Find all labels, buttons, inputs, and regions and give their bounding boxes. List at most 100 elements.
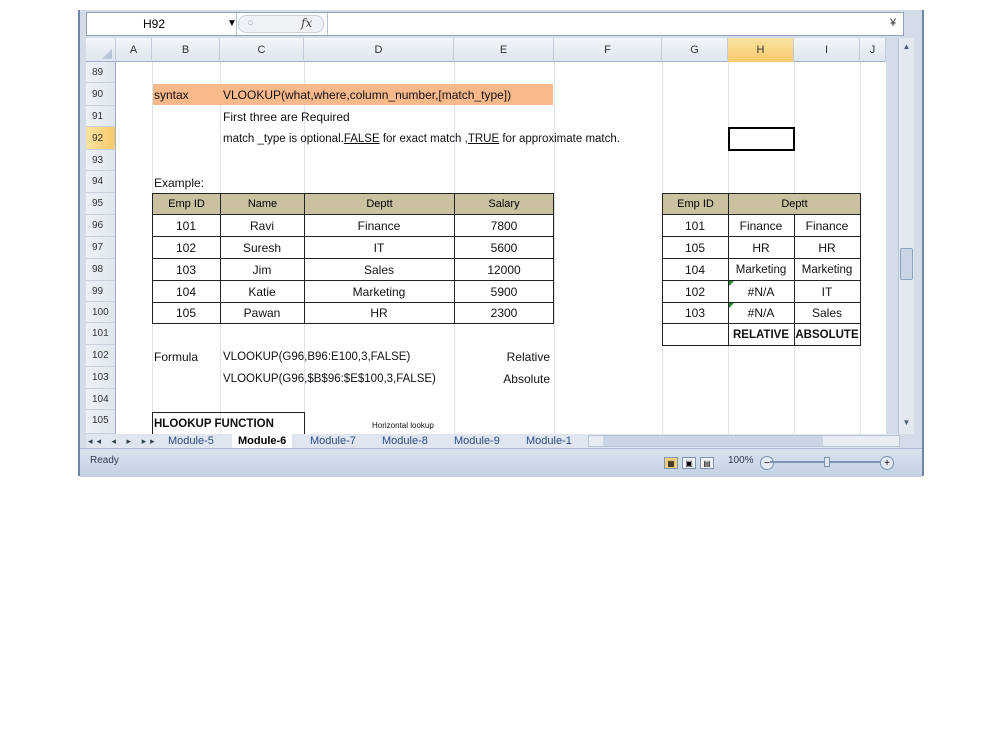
row-header-103[interactable]: 103 — [86, 367, 116, 389]
formula-relative: VLOOKUP(G96,B96:E100,3,FALSE) — [223, 351, 411, 363]
table-cell[interactable]: Marketing — [728, 260, 794, 280]
table-cell[interactable]: 5900 — [454, 282, 554, 302]
insert-function-icon[interactable]: fx — [301, 16, 312, 30]
table-cell[interactable]: #N/A — [728, 282, 794, 302]
absolute-footer: ABSOLUTE — [795, 329, 859, 341]
table-cell[interactable]: Finance — [728, 216, 794, 236]
table-cell[interactable]: Finance — [304, 216, 454, 236]
table-cell[interactable]: HR — [728, 238, 794, 258]
tab-navigation-icon[interactable]: ◂◂ ◂ ▸ ▸▸ — [88, 434, 159, 448]
table-cell[interactable]: Katie — [220, 282, 304, 302]
horizontal-scrollbar[interactable] — [588, 435, 900, 447]
vertical-scroll-thumb[interactable] — [900, 248, 913, 280]
table-cell[interactable]: HR — [304, 303, 454, 323]
row-header-89[interactable]: 89 — [86, 62, 116, 83]
row-header-94[interactable]: 94 — [86, 171, 116, 193]
col-header-f[interactable]: F — [554, 38, 662, 62]
formula-input[interactable] — [327, 13, 879, 35]
horizontal-scroll-thumb[interactable] — [603, 436, 823, 446]
required-note: First three are Required — [223, 110, 350, 124]
tab-module-7[interactable]: Module-7 — [304, 434, 362, 448]
table-cell[interactable]: IT — [304, 238, 454, 258]
name-box[interactable]: H92 ▼ — [87, 13, 237, 35]
row-header-97[interactable]: 97 — [86, 237, 116, 259]
zoom-in-icon[interactable]: + — [880, 456, 894, 470]
col-header-c[interactable]: C — [220, 38, 304, 62]
col-header-a[interactable]: A — [116, 38, 152, 62]
row-header-92[interactable]: 92 — [86, 127, 116, 150]
col-header-e[interactable]: E — [454, 38, 554, 62]
active-cell-h92[interactable] — [728, 127, 795, 151]
tab-module-6[interactable]: Module-6 — [232, 434, 293, 449]
table-cell[interactable]: Marketing — [794, 260, 860, 280]
formula-bar: H92 ▼ ○ fx ¥ — [86, 12, 904, 36]
row-header-96[interactable]: 96 — [86, 215, 116, 237]
right-table-header-deptt: Deptt — [728, 193, 861, 215]
worksheet-grid[interactable]: A B C D E F G H I J 89 90 91 92 93 94 95… — [86, 38, 886, 434]
table-cell[interactable]: Finance — [794, 216, 860, 236]
table-cell[interactable]: 103 — [152, 260, 220, 280]
row-header-101[interactable]: 101 — [86, 323, 116, 345]
table-cell[interactable]: 105 — [152, 303, 220, 323]
page-break-view-icon[interactable]: ▤ — [700, 457, 714, 469]
table-cell[interactable]: 104 — [662, 260, 728, 280]
col-header-b[interactable]: B — [152, 38, 220, 62]
col-header-i[interactable]: I — [794, 38, 860, 62]
tab-module-5[interactable]: Module-5 — [162, 434, 220, 448]
table-cell[interactable]: Sales — [794, 303, 860, 323]
select-all-corner[interactable] — [86, 38, 116, 62]
row-header-99[interactable]: 99 — [86, 281, 116, 302]
cancel-circle-icon[interactable]: ○ — [247, 17, 254, 29]
table-cell[interactable]: #N/A — [728, 303, 794, 323]
row-header-104[interactable]: 104 — [86, 389, 116, 410]
col-header-h[interactable]: H — [728, 38, 794, 62]
table-cell[interactable]: 101 — [662, 216, 728, 236]
name-box-dropdown-icon[interactable]: ▼ — [227, 13, 237, 35]
table-cell[interactable]: Pawan — [220, 303, 304, 323]
scroll-down-icon[interactable]: ▼ — [900, 416, 913, 430]
tab-module-9[interactable]: Module-9 — [448, 434, 506, 448]
table-cell[interactable]: 2300 — [454, 303, 554, 323]
row-header-102[interactable]: 102 — [86, 345, 116, 367]
row-header-91[interactable]: 91 — [86, 106, 116, 127]
page-layout-view-icon[interactable]: ▣ — [682, 457, 696, 469]
table-cell[interactable]: Sales — [304, 260, 454, 280]
row-header-95[interactable]: 95 — [86, 193, 116, 215]
table-cell[interactable]: IT — [794, 282, 860, 302]
row-header-98[interactable]: 98 — [86, 259, 116, 281]
expand-formula-bar-icon[interactable]: ¥ — [885, 15, 901, 31]
table-cell[interactable]: 104 — [152, 282, 220, 302]
col-header-g[interactable]: G — [662, 38, 728, 62]
col-header-j[interactable]: J — [860, 38, 886, 62]
table-cell[interactable]: Ravi — [220, 216, 304, 236]
zoom-slider-thumb[interactable] — [824, 457, 830, 467]
zoom-level[interactable]: 100% — [728, 455, 754, 466]
table-cell[interactable]: HR — [794, 238, 860, 258]
row-header-105[interactable]: 105 — [86, 410, 116, 434]
formula-absolute: VLOOKUP(G96,$B$96:$E$100,3,FALSE) — [223, 373, 436, 385]
tab-module-1[interactable]: Module-1 — [520, 434, 578, 448]
zoom-out-icon[interactable]: − — [760, 456, 774, 470]
col-header-d[interactable]: D — [304, 38, 454, 62]
table-cell[interactable]: Suresh — [220, 238, 304, 258]
scroll-up-icon[interactable]: ▲ — [900, 40, 913, 54]
row-header-100[interactable]: 100 — [86, 302, 116, 323]
relative-footer: RELATIVE — [732, 329, 789, 341]
tab-module-8[interactable]: Module-8 — [376, 434, 434, 448]
table-cell[interactable]: 5600 — [454, 238, 554, 258]
table-cell[interactable]: 102 — [662, 282, 728, 302]
right-table-header-empid: Emp ID — [662, 193, 729, 215]
table-cell[interactable]: 7800 — [454, 216, 554, 236]
table-cell[interactable]: 12000 — [454, 260, 554, 280]
table-cell[interactable]: 103 — [662, 303, 728, 323]
table-cell[interactable]: Marketing — [304, 282, 454, 302]
row-header-90[interactable]: 90 — [86, 83, 116, 106]
table-cell[interactable]: 105 — [662, 238, 728, 258]
table-cell[interactable]: Jim — [220, 260, 304, 280]
table-cell[interactable]: 101 — [152, 216, 220, 236]
row-header-93[interactable]: 93 — [86, 150, 116, 171]
status-bar: Ready ▦ ▣ ▤ 100% − + — [80, 448, 922, 477]
normal-view-icon[interactable]: ▦ — [664, 457, 678, 469]
vertical-scrollbar[interactable]: ▲ ▼ — [898, 38, 914, 434]
table-cell[interactable]: 102 — [152, 238, 220, 258]
